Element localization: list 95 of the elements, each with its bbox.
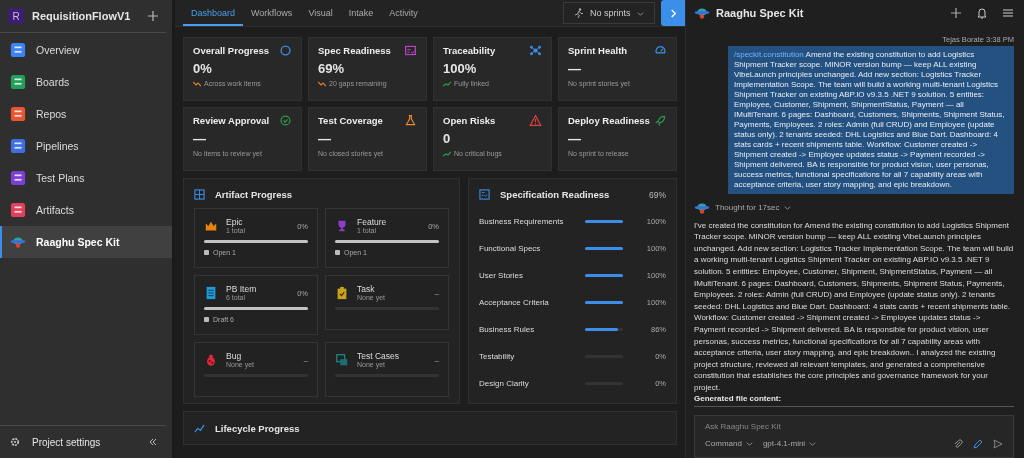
caret-icon [784, 204, 792, 212]
card-title: Overall Progress [193, 45, 270, 56]
readiness-label: Testability [479, 352, 516, 361]
artifact-name: PB Item [226, 284, 258, 294]
sprint-dropdown[interactable]: No sprints [563, 2, 655, 24]
card-value: — [568, 131, 582, 147]
card-value: 100% [443, 61, 478, 77]
rocket-icon [654, 114, 667, 127]
readiness-percent: 69% [649, 189, 666, 200]
runner-icon [574, 8, 584, 18]
chevron-right-icon [668, 8, 678, 18]
nav-item[interactable]: Test Plans [0, 162, 172, 194]
project-name: RequisitionFlowV1 [32, 10, 132, 22]
nav-item[interactable]: Artifacts [0, 194, 172, 226]
ring-icon [279, 44, 292, 57]
add-icon[interactable] [950, 7, 962, 20]
card-title: Review Approval [193, 115, 270, 126]
tab[interactable]: Activity [381, 0, 426, 26]
overview-icon [10, 42, 26, 58]
card-title: Test Coverage [318, 115, 383, 126]
readiness-label: Design Clarity [479, 379, 530, 388]
nav-item[interactable]: Boards [0, 66, 172, 98]
readiness-label: Business Rules [479, 325, 536, 334]
crown-icon [204, 219, 218, 233]
card-value: 0% [193, 61, 213, 77]
readiness-label: Acceptance Criteria [479, 298, 550, 307]
readiness-label: Functional Specs [479, 244, 542, 253]
warning-icon [529, 114, 542, 127]
settings-icon [10, 437, 20, 447]
model-dropdown[interactable]: gpt-4.1-mini [762, 439, 817, 448]
line-chart-icon [194, 422, 205, 434]
artifact-name: Bug [226, 351, 243, 361]
card-title: Spec Readiness [318, 45, 391, 56]
pen-icon[interactable] [973, 438, 983, 449]
card-value: — [568, 61, 582, 77]
tab[interactable]: Dashboard [183, 0, 244, 26]
send-icon[interactable] [993, 438, 1003, 449]
card-value: 0 [443, 131, 452, 147]
menu-icon[interactable] [1002, 7, 1014, 20]
checklist-icon [404, 44, 417, 57]
flask-icon [404, 114, 417, 127]
caret-icon [809, 440, 817, 447]
gauge-icon [654, 44, 667, 57]
nav-item[interactable]: Repos [0, 98, 172, 130]
collapse-icon[interactable] [148, 437, 158, 447]
card-title: Sprint Health [568, 45, 628, 56]
artifact-name: Epic [226, 217, 244, 227]
command-link[interactable]: /speckit.constitution [734, 49, 804, 59]
artifact-name: Feature [357, 217, 388, 227]
caret-icon [637, 9, 644, 17]
panel-title: Lifecycle Progress [215, 422, 300, 434]
readiness-label: User Stories [479, 271, 524, 280]
bug-icon [204, 353, 218, 367]
paperclip-icon[interactable] [953, 438, 963, 449]
clipboard-icon [335, 286, 349, 300]
check-circle-icon [279, 114, 292, 127]
pipelines-icon [10, 138, 26, 154]
panel-title: Artifact Progress [215, 189, 294, 200]
generated-label: Generated file content: [694, 393, 1014, 407]
artifact-name: Task [357, 284, 376, 294]
checklist-icon [479, 189, 490, 200]
testplans-icon [10, 170, 26, 186]
card-title: Deploy Readiness [568, 115, 650, 126]
nav-item[interactable]: Raaghu Spec Kit [0, 226, 172, 258]
grid-icon [194, 189, 205, 200]
settings-link[interactable]: Project settings [32, 436, 136, 448]
tab[interactable]: Intake [340, 0, 382, 26]
boards-icon [10, 74, 26, 90]
nav-item[interactable]: Overview [0, 34, 172, 66]
repos-icon [10, 106, 26, 122]
response-text: I've created the constitution for Amend the existing constitution to add Logistics Shipment Tracker scope. MINOR version bump — keep ALL existing VibeLaunch principles unchanged. Add new section: Logistics Tracker Implementation Scope. The team will build a working multi-tenant Logistics Shipment Tracker on existing ABP.IO v9.3.5 .NET 9 solution. 5 entities: Employee, Customer, Shipment, ShipmentStatus, Payment — all IMultiTenant. 6 pages: Dashboard, Customers, Shipments, Shipment Status, Payments, Employees. 2 roles: Admin (full CRUD) and Employee (update status only). 2 tenants seeded: DHL Logistics and Blue Dart. Dashboard: 4 stats cards + recent shipments table. Workflow: Customer created -> Shipment created -> Employee updates status -> Payment recorded -> Shipment delivered. BA is responsible for product vision, user personas, success metrics, functional specifications for all 7 capability areas with acceptance criteria, user story mapping, and epic breakdown.. I analyzed the existing project structure, reviewed all relevant templates, and generated a comprehensive constitution that establishes the core principles and governance framework for your project. [694, 219, 1014, 394]
readiness-label: Business Requirements [479, 217, 565, 226]
command-dropdown[interactable]: Command [705, 439, 753, 448]
nav-item[interactable]: Pipelines [0, 130, 172, 162]
card-value: — [193, 131, 207, 147]
card-value: 69% [318, 61, 346, 77]
project-avatar: R [8, 8, 24, 24]
chat-title: Raaghu Spec Kit [716, 7, 805, 20]
card-value: — [318, 131, 332, 147]
document-icon [204, 286, 218, 300]
artifact-name: Test Cases [357, 351, 401, 361]
caret-icon [745, 440, 753, 447]
test-case-icon [335, 353, 349, 367]
artifacts-icon [10, 202, 26, 218]
message-text: /speckit.constitution Amend the existing constitution to add Logistics Shipment Tracker scope. MINOR version bump — keep ALL existing VibeLaunch principles unchanged. Add new section: Logistics Tracker Implementation Scope. The team will build a working multi-tenant Logistics Shipment Tracker on existing ABP.IO v9.3.5 .NET 9 solution. 5 entities: Employee, Customer, Shipment, ShipmentStatus, Payment — all IMultiTenant. 6 pages: Dashboard, Customers, Shipments, Shipment Status, Payments, Employees. 2 roles: Admin (full CRUD) and Employee (update status only). 2 tenants seeded: DHL Logistics and Blue Dart. Dashboard: 4 stats cards + recent shipments table. Workflow: Customer created -> Shipment created -> Employee updates status -> Payment recorded -> Shipment delivered. BA is responsible for product vision, user personas, success metrics, functional specifications for all 7 capability areas with acceptance criteria, user story mapping, and epic breakdown. [734, 49, 1006, 190]
chat-input[interactable]: Ask Raaghu Spec Kit Command gpt-4.1-mini [694, 414, 1014, 458]
card-title: Traceability [443, 45, 496, 56]
card-title: Open Risks [443, 115, 496, 126]
tab[interactable]: Workflows [243, 0, 301, 26]
network-icon [529, 44, 542, 57]
thought-toggle[interactable]: Thought for 17sec [715, 203, 780, 213]
add-icon[interactable] [148, 11, 158, 21]
panel-title: Specification Readiness [500, 189, 611, 200]
tab[interactable]: Visual [300, 0, 341, 26]
bell-icon[interactable] [976, 7, 988, 20]
